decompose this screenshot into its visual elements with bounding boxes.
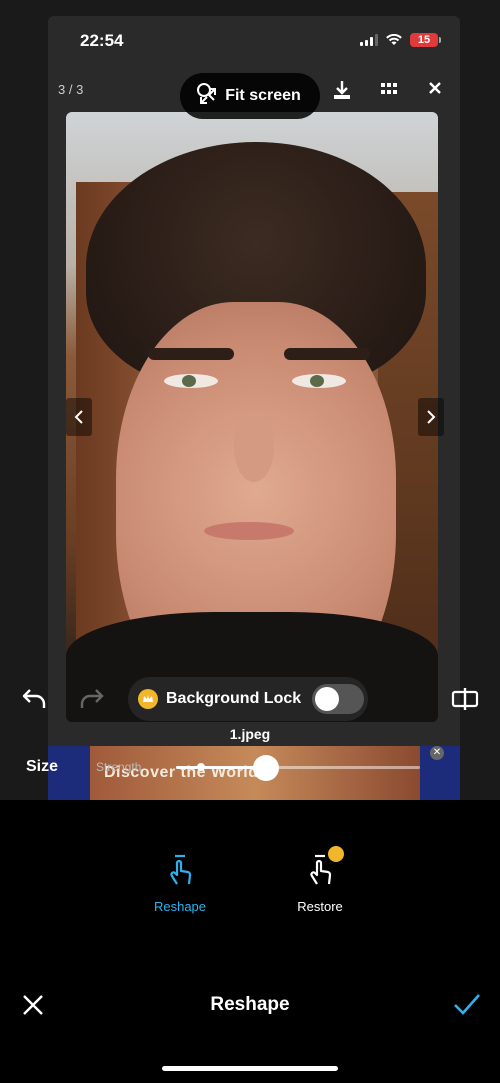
size-slider-track[interactable] — [176, 766, 420, 769]
grid-icon[interactable] — [377, 77, 401, 101]
wifi-icon — [386, 34, 402, 45]
tool-reshape-label: Reshape — [153, 899, 207, 914]
size-control: Size Strength — [0, 746, 500, 790]
download-icon[interactable] — [330, 78, 354, 102]
status-icons: 15 — [360, 33, 441, 47]
crown-icon — [138, 689, 158, 709]
photo-preview[interactable] — [66, 112, 438, 722]
left-brow — [148, 348, 234, 360]
mouth — [204, 522, 294, 540]
tool-restore[interactable]: Restore — [280, 846, 360, 914]
size-slider-default-marker — [197, 763, 205, 771]
size-label: Size — [26, 758, 59, 775]
home-indicator — [162, 1066, 338, 1071]
right-eye — [292, 374, 346, 388]
tool-reshape[interactable]: Reshape — [140, 852, 220, 914]
crown-icon — [328, 846, 344, 862]
size-slider-knob[interactable] — [253, 755, 280, 781]
background-lock-toggle[interactable] — [312, 684, 364, 714]
status-time: 22:54 — [80, 31, 124, 50]
nose — [234, 412, 274, 482]
left-eye — [164, 374, 218, 388]
tool-restore-label: Restore — [297, 899, 343, 914]
strength-label: Strength — [96, 760, 142, 774]
undo-icon[interactable] — [20, 684, 48, 717]
checkmark-icon[interactable] — [452, 992, 482, 1021]
background-lock-control: Background Lock — [128, 677, 368, 721]
chevron-right-icon[interactable] — [418, 398, 444, 436]
chevron-left-icon[interactable] — [66, 398, 92, 436]
close-icon[interactable] — [423, 76, 447, 100]
background-lock-label: Background Lock — [166, 690, 302, 707]
image-counter: 3 / 3 — [58, 82, 84, 97]
redo-icon[interactable] — [78, 684, 106, 717]
right-brow — [284, 348, 370, 360]
battery-icon: 15 — [410, 33, 441, 47]
signal-icon — [360, 34, 378, 46]
zoom-icon[interactable] — [194, 80, 218, 104]
fit-screen-label: Fit screen — [225, 87, 301, 104]
compare-icon[interactable] — [450, 684, 480, 719]
bottom-action-bar: Reshape — [0, 984, 500, 1028]
bottom-title: Reshape — [210, 994, 290, 1015]
file-name: 1.jpeg — [229, 726, 271, 742]
reshape-hand-icon — [170, 854, 192, 885]
